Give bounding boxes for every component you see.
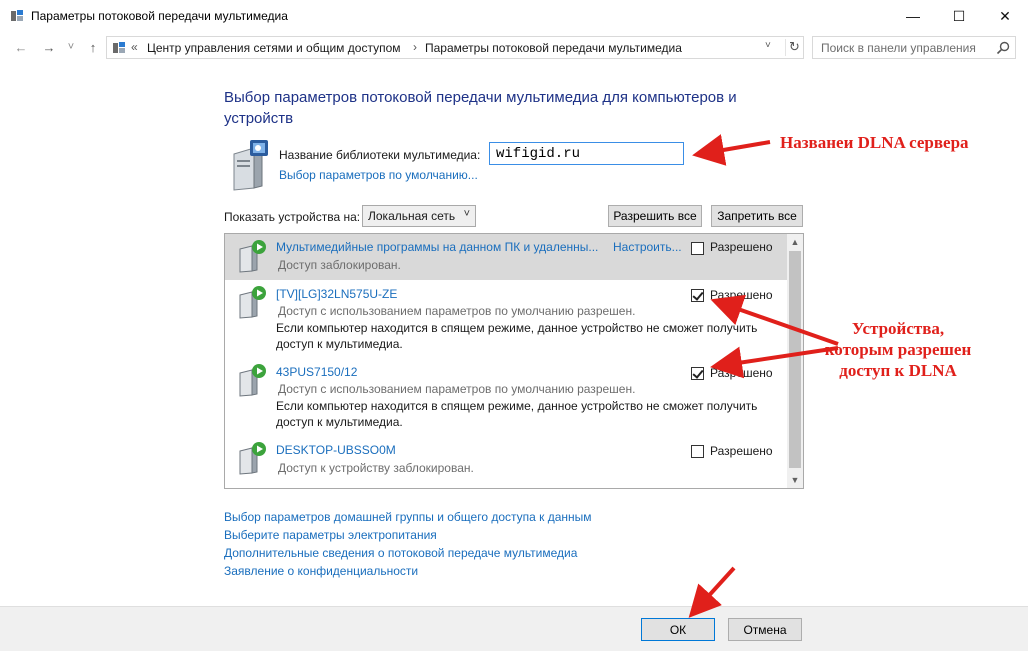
allow-checkbox[interactable] [691, 242, 704, 255]
media-streaming-app-icon [11, 10, 23, 21]
window-title: Параметры потоковой передачи мультимедиа [31, 9, 288, 23]
back-arrow-icon[interactable]: ← [12, 38, 30, 56]
search-input[interactable] [821, 40, 991, 56]
device-list-scrollbar[interactable]: ▲ ▼ [787, 234, 803, 488]
forward-arrow-icon[interactable]: → [40, 38, 58, 56]
annotation-server-name: Названеи DLNA сервера [780, 133, 969, 152]
device-sleep-note: Если компьютер находится в спящем режиме… [276, 321, 758, 351]
homegroup-settings-link[interactable]: Выбор параметров домашней группы и общег… [224, 508, 592, 526]
related-links: Выбор параметров домашней группы и общег… [224, 508, 592, 580]
annotation-allowed-devices: Устройства, которым разрешен доступ к DL… [824, 319, 972, 380]
allow-checkbox-label[interactable]: Разрешено [710, 288, 773, 302]
library-name-input[interactable] [489, 142, 684, 165]
minimize-button[interactable]: — [890, 0, 936, 32]
breadcrumb-overflow-icon[interactable]: « [131, 40, 138, 54]
allow-checkbox-label[interactable]: Разрешено [710, 366, 773, 380]
page-title: Выбор параметров потоковой передачи муль… [224, 89, 737, 127]
device-stream-icon [239, 364, 266, 397]
address-dropdown-icon[interactable]: ˅ [765, 40, 771, 51]
device-row-philips-tv[interactable]: 43PUS7150/12 Разрешено Доступ с использо… [225, 358, 787, 436]
search-icon[interactable] [995, 40, 1011, 56]
deny-all-button[interactable]: Запретить все [711, 205, 803, 227]
scroll-down-icon[interactable]: ▼ [787, 472, 803, 488]
device-stream-icon [239, 240, 266, 273]
show-devices-select[interactable]: Локальная сеть ˅ [362, 205, 476, 227]
dialog-footer: ОК Отмена [0, 606, 1028, 651]
power-options-link[interactable]: Выберите параметры электропитания [224, 526, 592, 544]
device-name[interactable]: 43PUS7150/12 [276, 365, 357, 379]
search-box[interactable] [812, 36, 1016, 59]
allow-checkbox[interactable] [691, 445, 704, 458]
cancel-button[interactable]: Отмена [728, 618, 802, 641]
breadcrumb-network-center[interactable]: Центр управления сетями и общим доступом [147, 41, 401, 55]
default-settings-link[interactable]: Выбор параметров по умолчанию... [279, 168, 478, 182]
navigation-bar: ← → ˅ ↑ « Центр управления сетями и общи… [0, 32, 1028, 62]
close-button[interactable]: ✕ [982, 0, 1028, 32]
refresh-icon[interactable]: ↻ [785, 39, 803, 56]
device-stream-icon [239, 442, 266, 475]
device-sleep-note: Если компьютер находится в спящем режиме… [276, 399, 758, 429]
ok-button[interactable]: ОК [641, 618, 715, 641]
show-devices-label: Показать устройства на: [224, 210, 361, 224]
show-devices-value: Локальная сеть [368, 209, 456, 223]
device-name[interactable]: Мультимедийные программы на данном ПК и … [276, 240, 598, 254]
media-server-icon [233, 140, 268, 191]
device-stream-icon [239, 286, 266, 319]
title-bar: Параметры потоковой передачи мультимедиа… [0, 0, 1028, 32]
allow-checkbox[interactable] [691, 289, 704, 302]
device-row-desktop[interactable]: DESKTOP-UBSSO0M Разрешено Доступ к устро… [225, 436, 787, 482]
maximize-button[interactable]: ☐ [936, 0, 982, 32]
device-status: Доступ к устройству заблокирован. [278, 461, 474, 475]
allow-all-button[interactable]: Разрешить все [608, 205, 702, 227]
streaming-info-link[interactable]: Дополнительные сведения о потоковой пере… [224, 544, 592, 562]
device-status: Доступ с использованием параметров по ум… [278, 382, 636, 396]
allow-checkbox-label[interactable]: Разрешено [710, 240, 773, 254]
address-bar[interactable]: « Центр управления сетями и общим доступ… [106, 36, 804, 59]
recent-locations-chevron-icon[interactable]: ˅ [64, 38, 78, 56]
device-status: Доступ заблокирован. [278, 258, 401, 272]
privacy-statement-link[interactable]: Заявление о конфиденциальности [224, 562, 592, 580]
device-name[interactable]: DESKTOP-UBSSO0M [276, 443, 396, 457]
control-panel-icon [113, 42, 125, 53]
library-name-label: Название библиотеки мультимедиа: [279, 148, 481, 162]
breadcrumb-separator-icon[interactable]: › [413, 40, 417, 54]
scroll-up-icon[interactable]: ▲ [787, 234, 803, 250]
allow-checkbox[interactable] [691, 367, 704, 380]
chevron-down-icon: ˅ [463, 208, 470, 220]
device-list[interactable]: Мультимедийные программы на данном ПК и … [224, 233, 804, 489]
device-name[interactable]: [TV][LG]32LN575U-ZE [276, 287, 397, 301]
configure-link[interactable]: Настроить... [613, 240, 682, 254]
device-row-local-programs[interactable]: Мультимедийные программы на данном ПК и … [225, 234, 787, 280]
breadcrumb-media-streaming[interactable]: Параметры потоковой передачи мультимедиа [425, 41, 682, 55]
device-status: Доступ с использованием параметров по ум… [278, 304, 636, 318]
up-arrow-icon[interactable]: ↑ [84, 38, 102, 56]
scroll-thumb[interactable] [789, 251, 801, 468]
allow-checkbox-label[interactable]: Разрешено [710, 444, 773, 458]
device-row-lg-tv[interactable]: [TV][LG]32LN575U-ZE Разрешено Доступ с и… [225, 280, 787, 358]
